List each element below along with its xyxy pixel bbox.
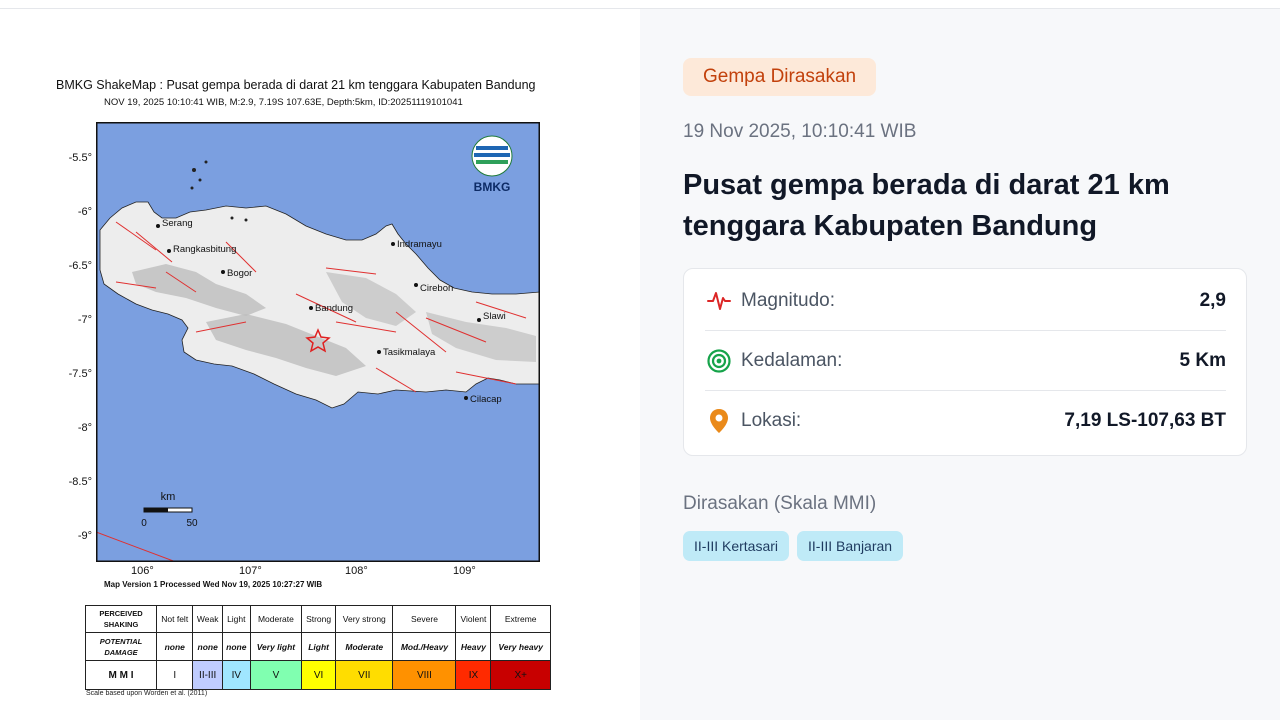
event-headline: Pusat gempa berada di darat 21 km tengga… [683, 169, 1170, 242]
city-label: Tasikmalaya [383, 347, 436, 358]
legend-shaking: Light [221, 605, 251, 633]
event-datetime: 19 Nov 2025, 10:10:41 WIB [683, 121, 917, 142]
legend-mmi-cell: II-III [192, 660, 223, 690]
scale-tick: 0 [141, 518, 147, 529]
legend-shaking: Very strong [335, 605, 394, 633]
legend-damage: none [155, 632, 194, 661]
legend-mmi-cell: IV [221, 660, 251, 690]
legend-shaking: Not felt [155, 605, 194, 633]
city-label: Serang [162, 218, 193, 229]
target-icon [705, 347, 733, 375]
scale-note: Scale based upon Worden et al. (2011) [86, 690, 208, 697]
legend-row-header: POTENTIAL DAMAGE [85, 632, 157, 661]
lon-label: 109° [453, 565, 476, 577]
lon-label: 107° [239, 565, 262, 577]
event-details-card: Magnitudo: 2,9 Kedalaman: 5 Km Lokasi: 7… [683, 268, 1247, 456]
lon-label: 108° [345, 565, 368, 577]
lon-label: 106° [131, 565, 154, 577]
city-label: Rangkasbitung [173, 244, 236, 255]
legend-shaking: Severe [392, 605, 457, 633]
legend-damage: Moderate [335, 632, 394, 661]
legend-row-header: PERCEIVED SHAKING [85, 605, 157, 633]
scale-tick: 50 [186, 518, 198, 529]
legend-damage: Heavy [455, 632, 492, 661]
shakemap-map: BMKG Serang Rangkasbitung Indramayu Bogo… [96, 122, 540, 562]
location-pin-icon [705, 407, 733, 435]
legend-damage: none [192, 632, 223, 661]
location-value: 7,19 LS-107,63 BT [1064, 410, 1226, 431]
legend-mmi-cell: X+ [490, 660, 551, 690]
bmkg-logo-text: BMKG [474, 180, 511, 194]
legend-damage: Light [301, 632, 337, 661]
map-subtitle: NOV 19, 2025 10:10:41 WIB, M:2.9, 7.19S … [104, 97, 463, 108]
legend-shaking: Violent [455, 605, 492, 633]
felt-section-title: Dirasakan (Skala MMI) [683, 493, 877, 514]
lat-label: -7° [77, 314, 92, 326]
city-label: Indramayu [397, 239, 442, 250]
depth-value: 5 Km [1179, 350, 1226, 371]
legend-shaking: Weak [192, 605, 223, 633]
lat-label: -8.5° [68, 476, 92, 488]
pulse-icon [705, 287, 733, 315]
legend-shaking: Strong [301, 605, 337, 633]
legend-row-header: M M I [85, 660, 157, 690]
legend-mmi-cell: VIII [392, 660, 457, 690]
lat-label: -8° [77, 422, 92, 434]
magnitude-label: Magnitudo: [741, 290, 836, 311]
legend-mmi-cell: V [249, 660, 303, 690]
legend-mmi-cell: VII [335, 660, 394, 690]
map-version: Map Version 1 Processed Wed Nov 19, 2025… [104, 580, 323, 589]
city-label: Cirebon [420, 283, 453, 294]
legend-shaking: Extreme [490, 605, 551, 633]
city-label: Bandung [315, 303, 353, 314]
legend-damage: Very heavy [490, 632, 551, 661]
depth-row: Kedalaman: 5 Km [705, 331, 1226, 391]
city-label: Cilacap [470, 394, 502, 405]
magnitude-value: 2,9 [1199, 290, 1226, 311]
felt-area-chip[interactable]: II-III Banjaran [797, 531, 904, 561]
legend-damage: Mod./Heavy [392, 632, 457, 661]
bmkg-logo [471, 135, 513, 177]
legend-mmi-cell: IX [455, 660, 492, 690]
legend-mmi-cell: I [155, 660, 194, 690]
location-row: Lokasi: 7,19 LS-107,63 BT [705, 391, 1226, 451]
lat-label: -6.5° [68, 260, 92, 272]
felt-area-chip[interactable]: II-III Kertasari [683, 531, 790, 561]
city-label: Slawi [483, 311, 506, 322]
legend-shaking: Moderate [249, 605, 303, 633]
lat-label: -9° [77, 530, 92, 542]
earthquake-info-panel: Gempa Dirasakan 19 Nov 2025, 10:10:41 WI… [640, 9, 1280, 720]
legend-mmi-cell: VI [301, 660, 337, 690]
magnitude-row: Magnitudo: 2,9 [705, 271, 1226, 331]
scale-unit: km [161, 491, 176, 503]
lat-label: -7.5° [68, 368, 92, 380]
legend-damage: none [221, 632, 251, 661]
city-label: Bogor [227, 268, 252, 279]
legend-damage: Very light [249, 632, 303, 661]
felt-areas-list: II-III Kertasari II-III Banjaran [683, 531, 904, 561]
lat-label: -5.5° [68, 152, 92, 164]
location-label: Lokasi: [741, 410, 802, 431]
depth-label: Kedalaman: [741, 350, 843, 371]
map-title: BMKG ShakeMap : Pusat gempa berada di da… [56, 78, 536, 92]
mmi-legend-table: PERCEIVED SHAKING Not felt Weak Light Mo… [85, 605, 551, 690]
felt-badge: Gempa Dirasakan [683, 58, 877, 96]
lat-label: -6° [77, 206, 92, 218]
